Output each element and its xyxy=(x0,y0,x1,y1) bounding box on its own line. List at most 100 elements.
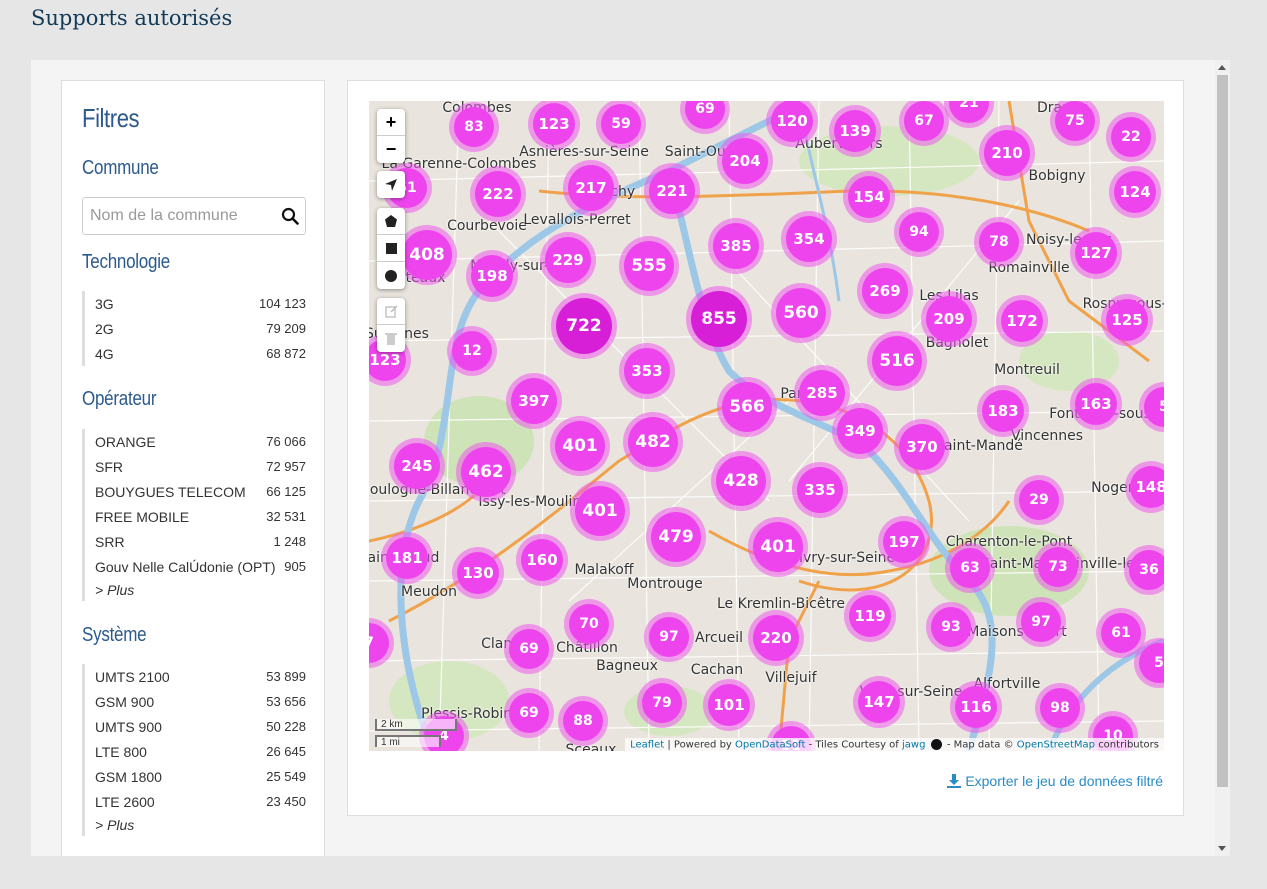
facet-item-free[interactable]: FREE MOBILE 32 531 xyxy=(95,504,306,529)
marker-cluster[interactable]: 198 xyxy=(466,250,518,302)
marker-cluster[interactable]: 98 xyxy=(1035,683,1085,733)
marker-cluster[interactable]: 119 xyxy=(844,590,896,642)
commune-search-input[interactable] xyxy=(88,198,272,234)
facet-item-umts2100[interactable]: UMTS 2100 53 899 xyxy=(95,664,306,689)
marker-cluster[interactable]: 70 xyxy=(564,599,614,649)
facet-item-3g[interactable]: 3G 104 123 xyxy=(95,291,306,316)
delete-layers-icon[interactable] xyxy=(377,325,405,352)
marker-cluster[interactable]: 160 xyxy=(516,534,568,586)
scroll-up-icon[interactable] xyxy=(1218,65,1226,70)
marker-cluster[interactable]: 139 xyxy=(829,105,881,157)
marker-cluster[interactable]: 79 xyxy=(637,678,687,728)
marker-cluster[interactable]: 385 xyxy=(708,218,764,274)
marker-cluster[interactable]: 204 xyxy=(717,133,773,189)
marker-cluster[interactable]: 245 xyxy=(389,438,445,494)
marker-cluster[interactable]: 93 xyxy=(926,602,976,652)
marker-cluster[interactable]: 147 xyxy=(853,676,905,728)
marker-cluster[interactable]: 401 xyxy=(570,481,630,541)
marker-cluster[interactable]: 335 xyxy=(792,462,848,518)
marker-cluster[interactable]: 97 xyxy=(644,612,694,662)
marker-cluster[interactable]: 428 xyxy=(711,451,771,511)
marker-cluster[interactable]: 217 xyxy=(563,160,619,216)
facet-item-gsm1800[interactable]: GSM 1800 25 549 xyxy=(95,764,306,789)
locate-icon[interactable] xyxy=(377,171,405,198)
marker-cluster[interactable]: 69 xyxy=(504,688,554,738)
facet-item-srr[interactable]: SRR 1 248 xyxy=(95,529,306,554)
marker-cluster[interactable]: 462 xyxy=(456,442,516,502)
marker-cluster[interactable]: 560 xyxy=(771,283,831,343)
facet-item-opt[interactable]: Gouv Nelle CalÚdonie (OPT) 905 xyxy=(95,554,306,579)
marker-cluster[interactable]: 181 xyxy=(381,532,433,584)
facet-item-bouygues[interactable]: BOUYGUES TELECOM 66 125 xyxy=(95,479,306,504)
marker-cluster[interactable]: 124 xyxy=(1109,166,1161,218)
marker-cluster[interactable]: 370 xyxy=(894,419,950,475)
marker-cluster[interactable]: 83 xyxy=(449,102,499,152)
marker-cluster[interactable]: 130 xyxy=(452,547,504,599)
facet-item-orange[interactable]: ORANGE 76 066 xyxy=(95,429,306,454)
facet-item-gsm900[interactable]: GSM 900 53 656 xyxy=(95,689,306,714)
marker-cluster[interactable]: 209 xyxy=(921,291,977,347)
marker-cluster[interactable]: 172 xyxy=(996,295,1048,347)
marker-cluster[interactable]: 220 xyxy=(748,610,804,666)
marker-cluster[interactable]: 397 xyxy=(506,373,562,429)
marker-cluster[interactable]: 197 xyxy=(878,516,930,568)
marker-cluster[interactable]: 401 xyxy=(748,517,808,577)
marker-cluster[interactable]: 222 xyxy=(470,166,526,222)
marker-cluster[interactable]: 94 xyxy=(894,207,944,257)
marker-cluster[interactable]: 29 xyxy=(1014,475,1064,525)
marker-cluster[interactable]: 401 xyxy=(550,416,610,476)
opendatasoft-link[interactable]: OpenDataSoft xyxy=(735,739,805,750)
draw-polygon-icon[interactable] xyxy=(377,208,405,235)
marker-cluster[interactable]: 127 xyxy=(1070,227,1122,279)
draw-circle-icon[interactable] xyxy=(377,262,405,289)
marker-cluster[interactable]: 566 xyxy=(717,377,777,437)
marker-cluster[interactable]: 482 xyxy=(623,412,683,472)
draw-rectangle-icon[interactable] xyxy=(377,235,405,262)
marker-cluster[interactable]: 12 xyxy=(447,326,497,376)
export-link[interactable]: Exporter le jeu de données filtré xyxy=(947,773,1163,789)
more-operateur-link[interactable]: > Plus xyxy=(95,579,306,601)
marker-cluster[interactable]: 22 xyxy=(1106,112,1156,162)
marker-cluster[interactable]: 97 xyxy=(1016,597,1066,647)
marker-cluster[interactable]: 722 xyxy=(551,293,617,359)
jawg-link[interactable]: jawg xyxy=(902,739,925,750)
marker-cluster[interactable]: 353 xyxy=(619,343,675,399)
marker-cluster[interactable]: 516 xyxy=(867,331,927,391)
zoom-out-button[interactable]: − xyxy=(377,136,405,163)
map[interactable]: ColombesLa Garenne-ColombesAsnières-sur-… xyxy=(369,101,1164,751)
edit-layers-icon[interactable] xyxy=(377,298,405,325)
marker-cluster[interactable]: 154 xyxy=(843,171,895,223)
marker-cluster[interactable]: 59 xyxy=(596,101,646,149)
marker-cluster[interactable]: 163 xyxy=(1070,378,1122,430)
marker-cluster[interactable]: 210 xyxy=(979,125,1035,181)
marker-cluster[interactable]: 221 xyxy=(644,163,700,219)
marker-cluster[interactable]: 73 xyxy=(1033,542,1083,592)
marker-cluster[interactable]: 855 xyxy=(686,286,752,352)
facet-item-lte800[interactable]: LTE 800 26 645 xyxy=(95,739,306,764)
marker-cluster[interactable]: 125 xyxy=(1101,294,1153,346)
marker-cluster[interactable]: 354 xyxy=(781,211,837,267)
scrollbar[interactable] xyxy=(1215,60,1230,856)
marker-cluster[interactable]: 69 xyxy=(504,624,554,674)
leaflet-link[interactable]: Leaflet xyxy=(630,739,664,750)
marker-cluster[interactable]: 555 xyxy=(619,236,679,296)
marker-cluster[interactable]: 116 xyxy=(950,681,1002,733)
marker-cluster[interactable]: 408 xyxy=(397,225,457,285)
marker-cluster[interactable]: 349 xyxy=(832,403,888,459)
zoom-in-button[interactable]: + xyxy=(377,109,405,136)
marker-cluster[interactable]: 88 xyxy=(558,696,608,746)
more-systeme-link[interactable]: > Plus xyxy=(95,814,306,836)
scroll-thumb[interactable] xyxy=(1217,75,1228,787)
scroll-down-icon[interactable] xyxy=(1218,846,1226,851)
marker-cluster[interactable]: 101 xyxy=(703,679,755,731)
marker-cluster[interactable]: 479 xyxy=(646,507,706,567)
facet-item-lte2600[interactable]: LTE 2600 23 450 xyxy=(95,789,306,814)
facet-item-4g[interactable]: 4G 68 872 xyxy=(95,341,306,366)
facet-item-2g[interactable]: 2G 79 209 xyxy=(95,316,306,341)
search-icon[interactable] xyxy=(281,207,299,225)
osm-link[interactable]: OpenStreetMap xyxy=(1017,739,1095,750)
marker-cluster[interactable]: 63 xyxy=(945,543,995,593)
marker-cluster[interactable]: 183 xyxy=(977,385,1029,437)
facet-item-umts900[interactable]: UMTS 900 50 228 xyxy=(95,714,306,739)
marker-cluster[interactable]: 78 xyxy=(974,217,1024,267)
